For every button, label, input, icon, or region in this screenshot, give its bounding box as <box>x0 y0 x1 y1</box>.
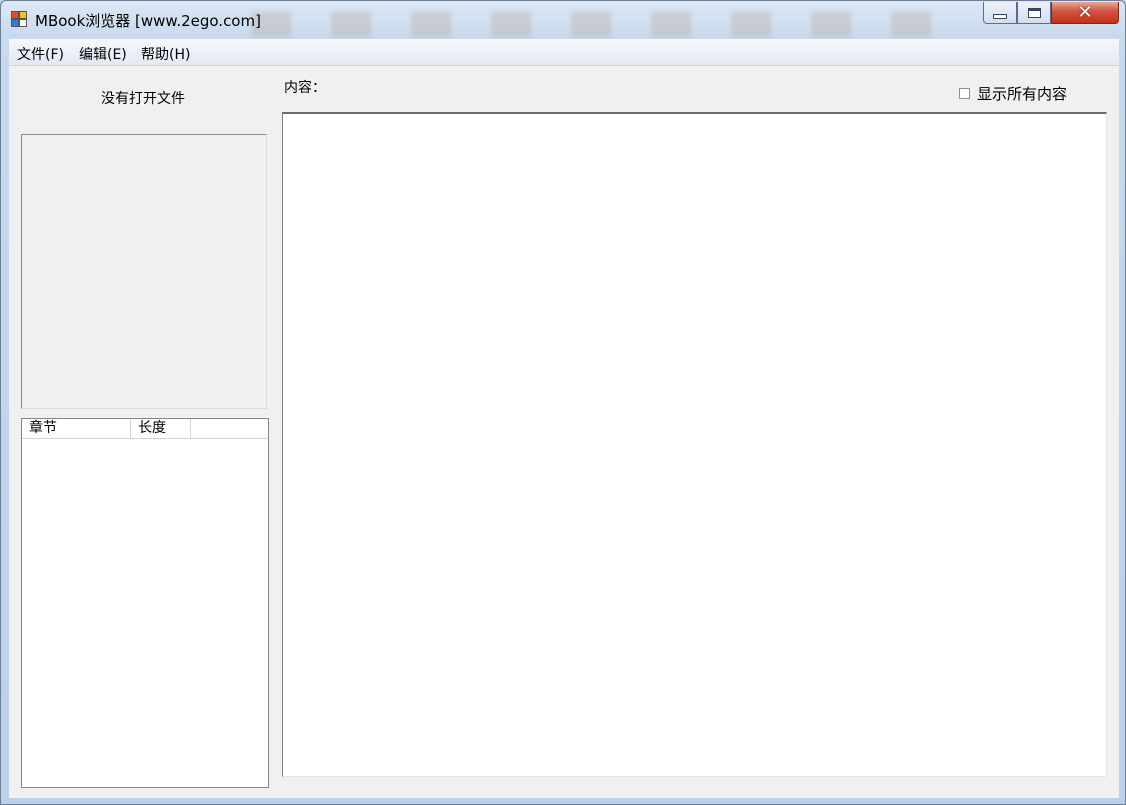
app-icon[interactable] <box>11 11 27 27</box>
column-header-chapter[interactable]: 章节 <box>22 419 131 438</box>
chapter-list[interactable]: 章节 长度 <box>21 418 269 788</box>
show-all-label[interactable]: 显示所有内容 <box>977 83 1067 104</box>
column-header-length[interactable]: 长度 <box>131 419 191 438</box>
show-all-checkbox[interactable] <box>959 88 970 99</box>
cover-preview-panel <box>21 134 267 409</box>
menu-edit[interactable]: 编辑(E) <box>79 44 127 64</box>
titlebar[interactable]: MBook浏览器 [www.2ego.com] ✕ <box>1 1 1125 37</box>
maximize-icon <box>1027 7 1041 18</box>
close-button[interactable]: ✕ <box>1051 2 1119 24</box>
menu-bar: 文件(F) 编辑(E) 帮助(H) <box>9 39 1119 66</box>
show-all-checkbox-control[interactable]: 显示所有内容 <box>959 83 1067 104</box>
app-window: MBook浏览器 [www.2ego.com] ✕ 文件(F) 编辑(E) 帮助… <box>0 0 1126 805</box>
chapter-list-header: 章节 长度 <box>22 419 268 439</box>
maximize-button[interactable] <box>1017 2 1051 24</box>
file-status-label: 没有打开文件 <box>101 91 185 107</box>
minimize-button[interactable] <box>983 2 1017 24</box>
content-label: 内容： <box>284 80 326 96</box>
client-area: 没有打开文件 章节 长度 内容： 显示所有内容 <box>9 66 1119 798</box>
close-icon: ✕ <box>1077 1 1093 23</box>
minimize-icon <box>993 14 1007 19</box>
menu-file[interactable]: 文件(F) <box>17 44 64 64</box>
content-text-area[interactable] <box>282 112 1107 777</box>
window-title: MBook浏览器 [www.2ego.com] <box>35 12 261 30</box>
menu-help[interactable]: 帮助(H) <box>141 44 190 64</box>
